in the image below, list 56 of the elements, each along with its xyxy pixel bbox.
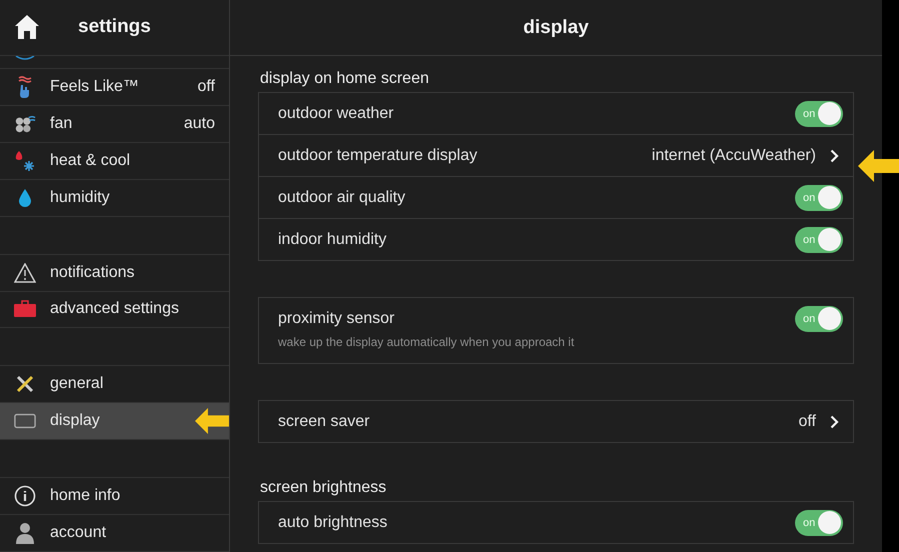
sidebar-title: settings (78, 16, 151, 38)
setting-note: wake up the display automatically when you approach it (278, 335, 576, 349)
setting-label: screen saver (278, 412, 371, 430)
chevron-right-icon[interactable] (830, 148, 839, 162)
setting-value: internet (AccuWeather) (652, 146, 816, 164)
item-label: heat & cool (50, 152, 132, 170)
item-label: general (50, 375, 104, 394)
partial-icon (14, 56, 36, 60)
setting-label: outdoor weather (278, 104, 395, 122)
setting-label: outdoor air quality (278, 188, 406, 206)
display-icon (14, 413, 36, 430)
toolbox-icon (14, 300, 36, 318)
item-label: humidity (50, 188, 111, 207)
home-icon (14, 14, 40, 40)
person-icon (15, 522, 35, 544)
item-value: off (198, 78, 215, 96)
page-title: display (523, 16, 589, 38)
setting-label: proximity sensor (278, 310, 396, 328)
item-label: home info (50, 487, 122, 506)
setting-label: auto brightness (278, 514, 388, 532)
sidebar-item[interactable]: humidity (0, 180, 229, 217)
section-title: screen brightness (260, 479, 388, 497)
fan-icon (14, 114, 36, 134)
sidebar-item[interactable]: advanced settings (0, 292, 229, 328)
item-label: display (50, 412, 101, 430)
toggle-text: on (803, 312, 816, 324)
setting-label: indoor humidity (278, 230, 388, 248)
item-label: fan (50, 114, 74, 133)
sidebar-item[interactable]: account (0, 515, 229, 552)
info-icon (14, 485, 36, 508)
sidebar-item[interactable]: fan auto (0, 106, 229, 143)
item-label: account (50, 524, 108, 542)
toggle-text: on (803, 234, 816, 246)
sidebar-item[interactable]: display (0, 403, 229, 440)
sidebar-item[interactable]: Feels Like™ off (0, 68, 229, 106)
item-label: Feels Like™ (50, 78, 140, 96)
chevron-right-icon[interactable] (830, 414, 839, 428)
tools-icon (15, 374, 35, 394)
setting-value: off (798, 412, 816, 430)
sidebar-item[interactable]: heat & cool (0, 142, 229, 180)
water-drop-icon (18, 188, 32, 208)
section-title: display on home screen (260, 70, 430, 88)
setting-label: outdoor temperature display (278, 146, 478, 164)
item-value: auto (184, 114, 215, 133)
flame-snowflake-icon (14, 150, 36, 172)
arrow-icon (195, 407, 229, 436)
toggle-text: on (803, 192, 816, 204)
item-label: advanced settings (50, 300, 180, 318)
toggle-text: on (803, 108, 816, 120)
sidebar-item[interactable]: home info (0, 478, 229, 516)
warning-icon (14, 262, 36, 283)
arrow-icon (858, 150, 899, 182)
item-label: notifications (50, 264, 136, 282)
hand-icon (17, 76, 33, 98)
sidebar-item[interactable]: notifications (0, 254, 229, 292)
toggle-text: on (803, 516, 816, 528)
